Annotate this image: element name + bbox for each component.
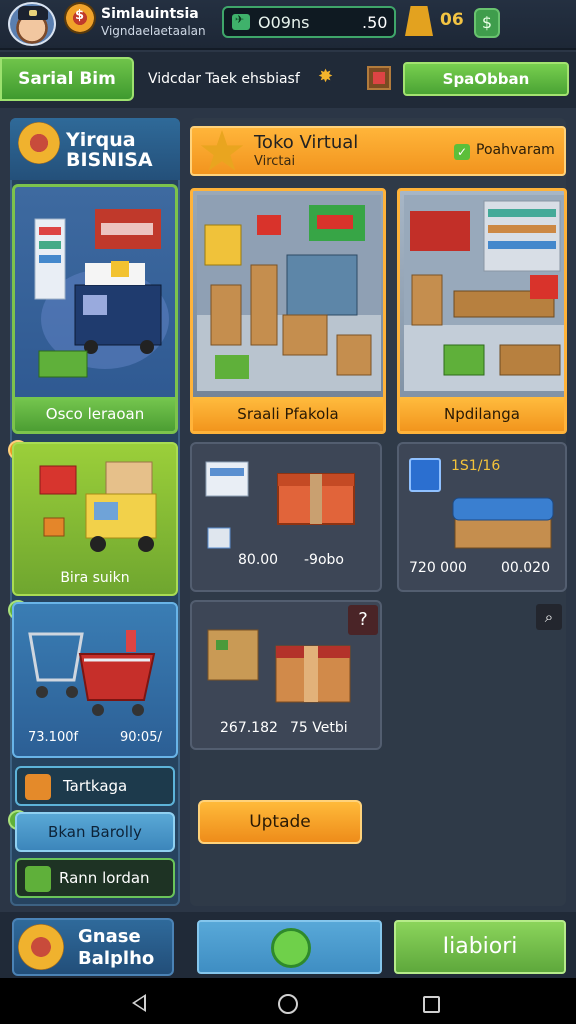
item-2-value-right: 00.020 [501,560,550,576]
item-1-value-left: 80.00 [238,552,279,568]
cart-value-right: 90:05/ [120,730,162,745]
store-card-2[interactable]: Npdilanga [397,188,567,434]
bkan-barolly-button[interactable]: Bkan Barolly [15,812,175,852]
supermarket-interior-illustration [404,195,564,391]
rann-lordan-label: Rann lordan [59,869,150,887]
store-2-button[interactable]: Npdilanga [400,397,564,431]
store-header-right-label[interactable]: Poahvaram [476,142,555,158]
check-icon: ✓ [454,144,470,160]
item-3-value-right: 75 Vetbi [290,720,348,736]
tartkaga-label: Tartkaga [63,777,128,795]
store-card-1[interactable]: Sraali Pfakola [190,188,386,434]
store-interior-illustration [197,195,381,391]
player-avatar[interactable] [8,2,56,46]
settings-gear-icon [18,924,64,970]
crate-icon[interactable] [367,66,391,90]
item-card-2[interactable]: 1S1/16 720 000 00.020 [397,442,567,592]
cart-value-left: 73.100f [28,730,79,745]
nav-left-button[interactable]: Sarial Bim [0,57,134,101]
store-2-button-label: Npdilanga [443,405,520,423]
back-icon[interactable] [132,994,146,1012]
warehouse-illustration [34,209,169,378]
home-icon[interactable] [278,994,298,1014]
add-cash-button[interactable]: $ [474,8,500,38]
info-icon[interactable]: ? [348,605,378,635]
store-header-title: Toko Virtual [254,132,359,153]
money-value: .50 [362,13,388,32]
shopping-cart-illustration [28,630,156,716]
search-icon[interactable]: ⌕ [536,604,562,630]
nav-right-button[interactable]: SpaObban [403,62,569,96]
game-title: Simlauintsia [101,6,199,22]
nav-center-text: Vidcdar Taek ehsbiasf [148,71,300,87]
cash-icon [232,13,250,30]
item-2-badge: 1S1/16 [451,458,501,474]
item-3-value-left: 267.182 [220,720,278,736]
recent-apps-icon[interactable] [423,996,440,1013]
tartkaga-button[interactable]: Tartkaga [15,766,175,806]
star-icon: ✸ [318,66,334,87]
box-icon [25,774,51,800]
brand-gear-icon [18,122,60,164]
blue-bench-illustration [452,497,554,549]
gold-value: 06 [440,10,464,30]
store-header-subtitle: Virctai [254,154,296,169]
delivery-label: Bira suikn [60,570,130,586]
manage-business-button[interactable]: Gnase Balplho [12,918,174,976]
brand-card: Yirqua BISNISA [10,118,180,180]
brand-title: Yirqua BISNISA [66,129,153,171]
manage-business-label: Gnase Balplho [78,926,155,969]
store-1-button[interactable]: Sraali Pfakola [193,397,383,431]
package-items-illustration [205,461,355,549]
game-subtitle: Vigndaelaetaalan [101,24,206,38]
level-gear-icon [66,4,94,32]
mascot-button[interactable] [197,920,382,974]
item-1-value-right: -9obo [304,552,344,568]
warehouse-button[interactable]: Osco leraoan [15,397,175,431]
money-counter[interactable]: O09ns .50 [222,6,396,38]
cardboard-boxes-illustration [207,629,351,703]
left-card-carts[interactable]: 73.100f 90:05/ [12,602,178,758]
rann-lordan-button[interactable]: Rann lordan [15,858,175,898]
delivery-illustration [39,461,157,552]
left-card-warehouse[interactable]: Osco leraoan [12,184,178,434]
item-card-1[interactable]: 80.00 -9obo [190,442,382,592]
green-crate-icon [25,866,51,892]
mascot-icon [271,928,311,968]
explore-button[interactable]: Iiabiori [394,920,566,974]
store-1-button-label: Sraali Pfakola [237,405,339,423]
update-button[interactable]: Uptade [198,800,362,844]
money-label: O09ns [258,13,310,32]
blue-box-icon [409,458,441,492]
left-card-delivery[interactable]: Bira suikn [12,442,178,596]
store-header: Toko Virtual Virctai ✓ Poahvaram [190,126,566,176]
item-2-value-left: 720 000 [409,560,467,576]
award-star-icon [200,130,244,171]
